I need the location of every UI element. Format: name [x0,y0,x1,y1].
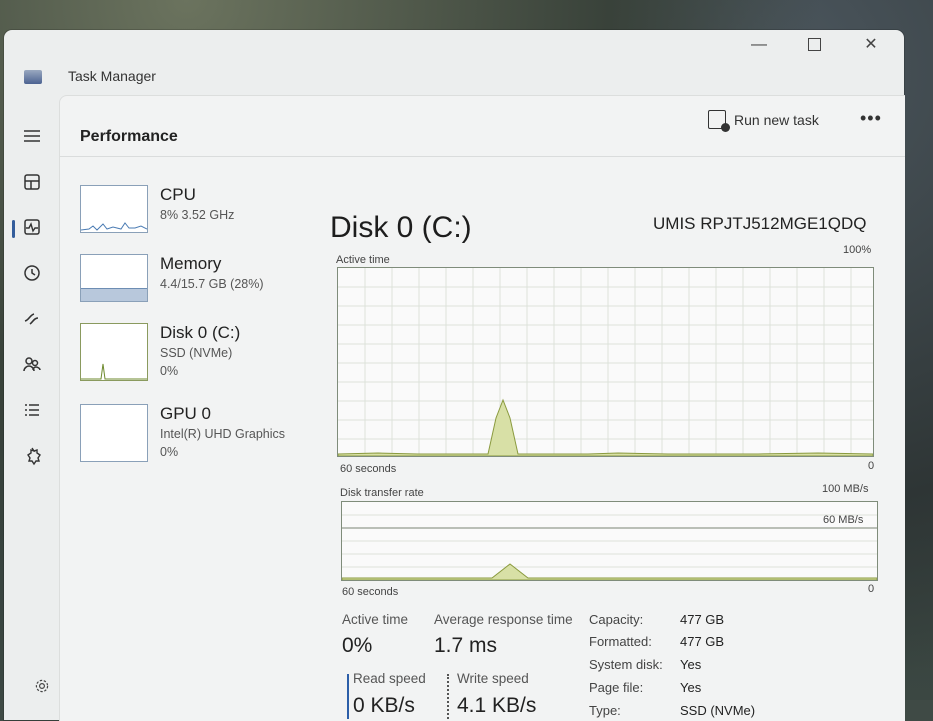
nav-processes[interactable] [22,172,50,200]
active-time-graph [337,267,874,457]
active-time-label: Active time [342,612,409,627]
gpu-thumbnail [80,404,148,462]
nav-app-history[interactable] [22,263,50,291]
transfer-rate-grid [342,514,877,568]
close-button[interactable]: ✕ [851,32,891,58]
memory-thumbnail [80,254,148,302]
transfer-rate-chart [342,514,877,580]
device-subtitle: Intel(R) UHD Graphics [160,427,286,441]
capacity-label: Capacity: [589,612,644,627]
disk-sparkline [81,363,147,380]
nav-details[interactable] [22,400,50,428]
device-item-gpu0[interactable]: GPU 0 Intel(R) UHD Graphics 0% [80,404,310,464]
type-value: SSD (NVMe) [680,703,756,718]
minimize-button[interactable]: — [739,32,779,58]
hamburger-menu-button[interactable] [22,126,50,154]
nav-users[interactable] [22,354,50,382]
avg-response-value: 1.7 ms [434,634,498,657]
device-name: Memory [160,254,222,273]
maximize-button[interactable] [794,32,834,58]
write-speed-label: Write speed [457,671,529,686]
settings-gear-button[interactable] [34,678,50,694]
device-name: Disk 0 (C:) [160,323,241,342]
processes-icon [24,174,40,190]
read-speed-value: 0 KB/s [353,694,415,717]
read-speed-marker [347,674,349,719]
task-manager-window: Task Manager — ✕ Performance Run new tas… [4,30,905,721]
device-name: GPU 0 [160,404,212,423]
detail-title: Disk 0 (C:) [330,211,472,244]
details-icon [25,404,39,416]
active-nav-indicator [12,220,15,238]
memory-usage-fill [81,288,147,301]
startup-apps-icon [24,313,39,325]
device-item-cpu[interactable]: CPU 8% 3.52 GHz [80,185,310,245]
nav-services[interactable] [22,446,50,474]
app-title: Task Manager [68,68,156,84]
device-name: CPU [160,185,196,204]
formatted-value: 477 GB [680,634,725,649]
transfer-rate-graph-min: 0 [868,583,875,595]
users-icon [23,357,41,372]
nav-performance[interactable] [22,217,50,245]
transfer-rate-graph-scale: 60 MB/s [823,514,864,526]
task-manager-icon [24,70,42,84]
disk-thumbnail [80,323,148,381]
device-usage: 0% [160,445,179,459]
device-subtitle: 8% 3.52 GHz [160,208,235,222]
system-disk-value: Yes [680,657,702,672]
transfer-rate-graph [341,501,878,581]
hamburger-icon [24,130,40,142]
cpu-sparkline [80,222,148,231]
transfer-rate-graph-max: 100 MB/s [822,483,869,495]
more-options-button[interactable]: ••• [860,108,882,129]
write-speed-value: 4.1 KB/s [457,694,537,717]
transfer-rate-graph-label: Disk transfer rate [340,487,424,499]
formatted-label: Formatted: [589,634,652,649]
app-history-icon [24,265,40,281]
maximize-icon [807,38,821,52]
active-time-graph-label: Active time [336,254,390,266]
cpu-thumbnail [80,185,148,233]
active-time-graph-max: 100% [843,244,872,256]
active-time-area [338,398,873,456]
services-icon [27,447,41,466]
transfer-rate-graph-timespan: 60 seconds [342,586,399,598]
run-new-task-button[interactable]: Run new task [708,110,819,132]
nav-startup-apps[interactable] [22,309,50,337]
performance-panel: Performance Run new task ••• CPU 8% 3.52… [59,95,905,721]
write-speed-marker [447,674,449,719]
read-speed-label: Read speed [353,671,426,686]
run-task-icon [708,110,730,132]
page-title: Performance [80,128,178,145]
system-disk-label: System disk: [589,657,663,672]
active-time-grid [338,268,873,456]
transfer-rate-area [342,563,877,580]
disk-model: UMIS RPJTJ512MGE1QDQ [653,214,867,233]
active-time-graph-min: 0 [868,460,875,472]
gear-icon [35,679,49,693]
capacity-value: 477 GB [680,612,725,627]
device-subtitle: 4.4/15.7 GB (28%) [160,277,264,291]
active-time-chart [338,268,873,456]
active-time-graph-timespan: 60 seconds [340,463,397,475]
type-label: Type: [589,703,621,718]
performance-icon [24,219,40,235]
run-new-task-label: Run new task [734,111,819,128]
page-file-label: Page file: [589,680,644,695]
device-subtitle: SSD (NVMe) [160,346,233,360]
page-file-value: Yes [680,680,702,695]
panel-header: Performance Run new task ••• [60,96,905,157]
active-time-value: 0% [342,634,373,657]
device-item-disk0[interactable]: Disk 0 (C:) SSD (NVMe) 0% [80,323,310,383]
avg-response-label: Average response time [434,612,573,627]
title-bar: Task Manager — ✕ [4,30,904,92]
device-usage: 0% [160,364,179,378]
device-item-memory[interactable]: Memory 4.4/15.7 GB (28%) [80,254,310,314]
